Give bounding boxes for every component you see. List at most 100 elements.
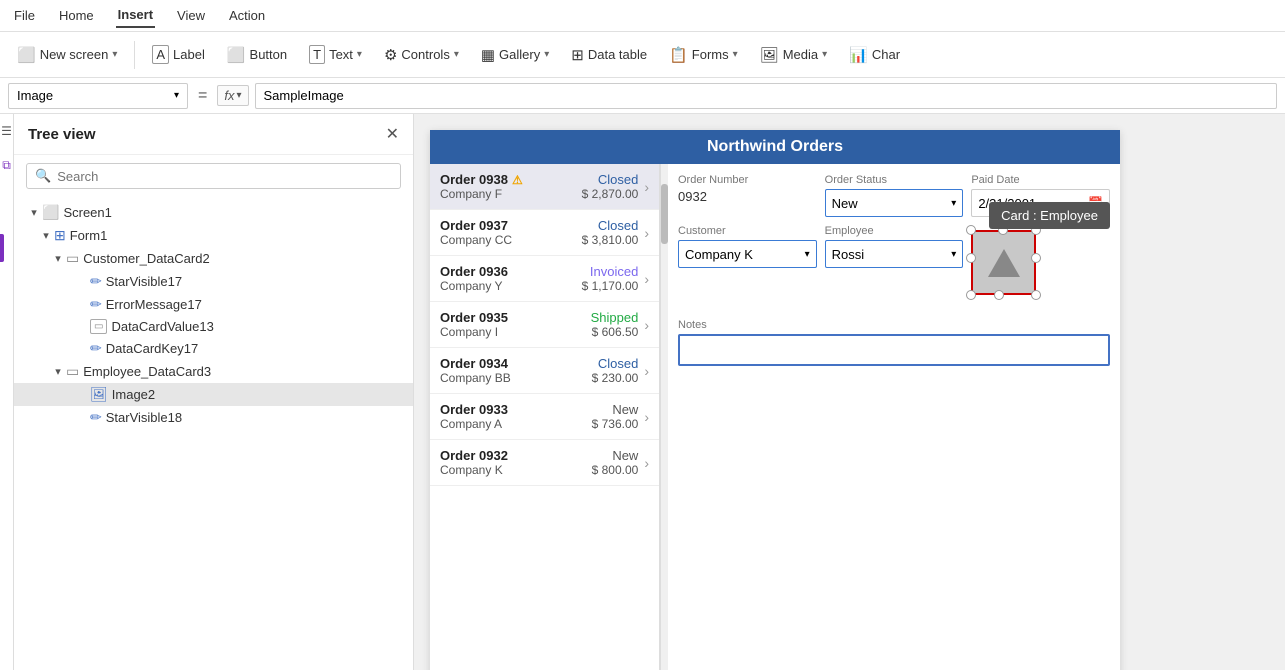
image2-label: Image2 [112,387,155,402]
tree-header: Tree view ✕ [14,114,413,155]
order-company-0937: Company CC [440,233,582,247]
customer-select[interactable]: Company K ▾ [678,240,817,268]
order-arrow-0933: › [644,409,649,425]
controls-button[interactable]: ⚙ Controls ▾ [375,41,468,69]
tree-close-button[interactable]: ✕ [386,124,399,144]
search-box: 🔍 [26,163,401,189]
order-arrow-0938: › [644,179,649,195]
search-input[interactable] [57,169,392,184]
layers-active-indicator [0,234,4,262]
order-item-0938[interactable]: Order 0938 ⚠ Company F Closed $ 2,870.00… [430,164,659,210]
hamburger-icon[interactable]: ☰ [1,124,12,138]
orders-scroll-area: Order 0938 ⚠ Company F Closed $ 2,870.00… [430,164,668,670]
menu-view[interactable]: View [175,4,207,27]
tree-item-customer-datacard2[interactable]: ▾ ▭ Customer_DataCard2 [14,247,413,270]
expand-customer-datacard2[interactable]: ▾ [50,252,66,265]
tree-item-starvisible18[interactable]: ✏ StarVisible18 [14,406,413,429]
tree-item-screen1[interactable]: ▾ ⬜ Screen1 [14,201,413,224]
notes-input[interactable] [678,334,1110,366]
order-arrow-0937: › [644,225,649,241]
screen-icon-tree: ⬜ [42,204,59,221]
forms-button[interactable]: 📋 Forms ▾ [660,41,747,69]
order-item-0934[interactable]: Order 0934 Company BB Closed $ 230.00 › [430,348,659,394]
image-card[interactable] [971,230,1036,295]
customer-datacard2-label: Customer_DataCard2 [83,251,209,266]
chevron-down-icon-controls: ▾ [454,49,459,60]
label-button[interactable]: A Label [143,40,213,69]
chart-button[interactable]: 📊 Char [840,41,909,69]
expand-form1[interactable]: ▾ [38,229,54,242]
menu-insert[interactable]: Insert [116,3,155,28]
image-card-area [971,230,1046,305]
menu-action[interactable]: Action [227,4,267,27]
order-amount-0933: $ 736.00 [592,417,639,431]
order-amount-0934: $ 230.00 [592,371,639,385]
handle-bm[interactable] [994,290,1004,300]
employee-datacard3-label: Employee_DataCard3 [83,364,211,379]
order-status-field: Order Status New ▾ [825,174,964,217]
order-status-select[interactable]: New ▾ [825,189,964,217]
toolbar: ⬜ New screen ▾ A Label ⬜ Button T Text ▾… [0,32,1285,78]
order-arrow-0934: › [644,363,649,379]
order-company-0934: Company BB [440,371,592,385]
text-button[interactable]: T Text ▾ [300,40,371,69]
canvas-area: Northwind Orders Order 0938 ⚠ [414,114,1285,670]
tree-item-employee-datacard3[interactable]: ▾ ▭ Employee_DataCard3 [14,360,413,383]
card-tooltip: Card : Employee [989,202,1110,229]
order-item-0936[interactable]: Order 0936 Company Y Invoiced $ 1,170.00… [430,256,659,302]
screen1-label: Screen1 [63,205,111,220]
formula-input[interactable] [255,83,1278,109]
form-icon-tree: ⊞ [54,227,66,244]
handle-bl[interactable] [966,290,976,300]
notes-label: Notes [678,319,1110,331]
orders-scrollbar[interactable] [660,164,668,670]
order-number-0936: Order 0936 [440,264,582,279]
order-item-0933[interactable]: Order 0933 Company A New $ 736.00 › [430,394,659,440]
expand-screen1[interactable]: ▾ [26,206,42,219]
tree-item-errormessage17[interactable]: ✏ ErrorMessage17 [14,293,413,316]
formula-name-box[interactable]: Image ▾ [8,83,188,109]
handle-mr[interactable] [1031,253,1041,263]
button-button[interactable]: ⬜ Button [218,41,296,69]
datatable-button[interactable]: ⊞ Data table [562,41,656,69]
scroll-thumb[interactable] [661,184,668,244]
app-body: Order 0938 ⚠ Company F Closed $ 2,870.00… [430,164,1120,670]
order-company-0938: Company F [440,187,582,201]
tree-item-image2[interactable]: 🖼 Image2 [14,383,413,406]
formula-fx-button[interactable]: fx ▾ [217,85,248,106]
screen-icon: ⬜ [17,46,36,64]
image-placeholder-cell [971,225,1110,305]
employee-label: Employee [825,225,964,237]
gallery-icon: ▦ [481,46,495,64]
order-status-0935: Shipped [591,310,639,325]
gallery-button[interactable]: ▦ Gallery ▾ [472,41,558,69]
warning-icon-0938: ⚠ [512,173,523,187]
tree-item-form1[interactable]: ▾ ⊞ Form1 [14,224,413,247]
order-item-0932[interactable]: Order 0932 Company K New $ 800.00 › [430,440,659,486]
order-item-0937[interactable]: Order 0937 Company CC Closed $ 3,810.00 … [430,210,659,256]
tree-item-starvisible17[interactable]: ✏ StarVisible17 [14,270,413,293]
datacard-icon-tree: ▭ [66,250,79,267]
media-button[interactable]: 🖼 Media ▾ [751,41,837,69]
tree-title: Tree view [28,126,96,143]
button-icon: ⬜ [227,46,246,64]
order-status-0932: New [592,448,639,463]
new-screen-button[interactable]: ⬜ New screen ▾ [8,41,126,69]
order-arrow-0935: › [644,317,649,333]
tree-item-datacardvalue13[interactable]: ▭ DataCardValue13 [14,316,413,337]
handle-ml[interactable] [966,253,976,263]
menu-file[interactable]: File [12,4,37,27]
order-status-0934: Closed [592,356,639,371]
handle-br[interactable] [1031,290,1041,300]
menu-home[interactable]: Home [57,4,96,27]
layers-icon[interactable]: ⧉ [2,158,11,173]
order-company-0932: Company K [440,463,592,477]
chart-icon: 📊 [849,46,868,64]
order-item-0935[interactable]: Order 0935 Company I Shipped $ 606.50 › [430,302,659,348]
forms-icon: 📋 [669,46,688,64]
expand-employee-datacard3[interactable]: ▾ [50,365,66,378]
order-number-value: 0932 [678,189,817,204]
edit-icon-starvisible17: ✏ [90,273,102,290]
employee-select[interactable]: Rossi ▾ [825,240,964,268]
tree-item-datacardkey17[interactable]: ✏ DataCardKey17 [14,337,413,360]
